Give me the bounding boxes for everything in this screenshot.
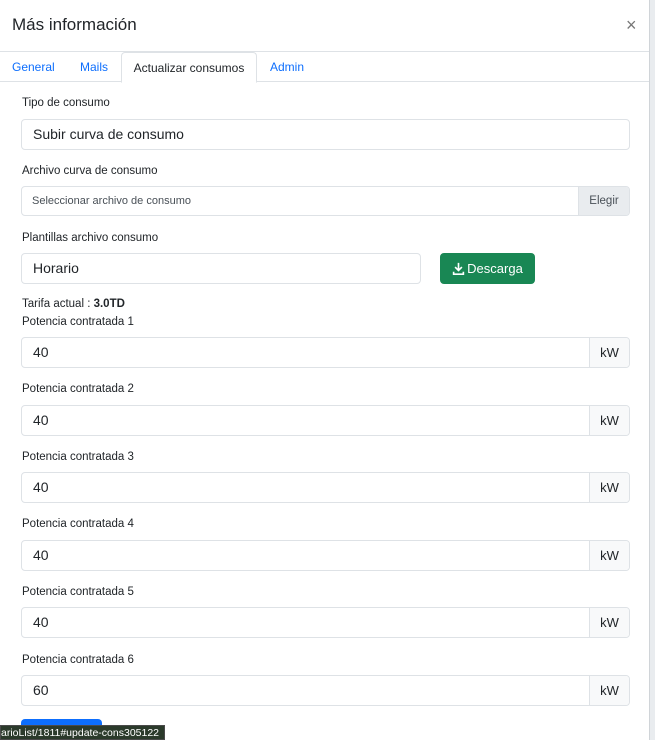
modal-title: Más información [12, 15, 137, 34]
tab-actualizar-consumos[interactable]: Actualizar consumos [121, 52, 257, 83]
potencia-6-input[interactable]: 60 kW [21, 675, 630, 706]
potencia-3-label: Potencia contratada 3 [22, 451, 134, 463]
plantillas-select[interactable]: Horario [21, 253, 421, 284]
potencia-6-label: Potencia contratada 6 [22, 654, 134, 666]
potencia-1-input[interactable]: 40 kW [21, 337, 630, 368]
potencia-3-input[interactable]: 40 kW [21, 472, 630, 503]
descarga-button[interactable]: Descarga [440, 253, 535, 284]
potencia-4-input[interactable]: 40 kW [21, 540, 630, 571]
elegir-button[interactable]: Elegir [578, 187, 629, 215]
potencia-3-unit: kW [589, 473, 629, 502]
page-background-strip [649, 0, 655, 740]
tarifa-label: Tarifa actual : [22, 298, 94, 310]
modal-dialog: Más información × General Mails Actualiz… [0, 0, 649, 740]
tab-admin[interactable]: Admin [270, 52, 304, 82]
plantillas-label: Plantillas archivo consumo [22, 232, 159, 244]
potencia-5-label: Potencia contratada 5 [22, 586, 134, 598]
potencia-2-label: Potencia contratada 2 [22, 383, 134, 395]
tab-bar: General Mails Actualizar consumos Admin [0, 52, 649, 83]
modal-header: Más información × [0, 0, 649, 52]
potencia-2-input[interactable]: 40 kW [21, 405, 630, 436]
potencia-3-value: 40 [33, 479, 49, 495]
potencia-4-unit: kW [589, 541, 629, 570]
file-input-placeholder: Seleccionar archivo de consumo [32, 195, 191, 207]
descarga-button-label: Descarga [467, 261, 523, 276]
potencia-5-value: 40 [33, 614, 49, 630]
potencia-6-unit: kW [589, 676, 629, 705]
potencia-1-label: Potencia contratada 1 [22, 316, 134, 328]
potencia-2-unit: kW [589, 406, 629, 435]
potencia-2-value: 40 [33, 412, 49, 428]
tab-mails[interactable]: Mails [80, 52, 108, 82]
potencia-1-value: 40 [33, 344, 49, 360]
potencia-5-input[interactable]: 40 kW [21, 607, 630, 638]
potencia-4-label: Potencia contratada 4 [22, 518, 134, 530]
tab-general[interactable]: General [12, 52, 55, 82]
tipo-consumo-label: Tipo de consumo [22, 97, 110, 109]
tipo-consumo-select[interactable]: Subir curva de consumo [21, 119, 630, 150]
archivo-curva-label: Archivo curva de consumo [22, 165, 158, 177]
tarifa-value: 3.0TD [93, 298, 125, 310]
potencia-1-unit: kW [589, 338, 629, 367]
potencia-5-unit: kW [589, 608, 629, 637]
close-icon[interactable]: × [626, 16, 637, 34]
tarifa-actual: Tarifa actual : 3.0TD [22, 298, 125, 310]
potencia-6-value: 60 [33, 682, 49, 698]
download-icon [452, 262, 465, 275]
status-bar-url: arioList/1811#update-cons305122 [0, 725, 166, 740]
archivo-curva-file-input[interactable]: Seleccionar archivo de consumo Elegir [21, 186, 630, 216]
potencia-4-value: 40 [33, 547, 49, 563]
